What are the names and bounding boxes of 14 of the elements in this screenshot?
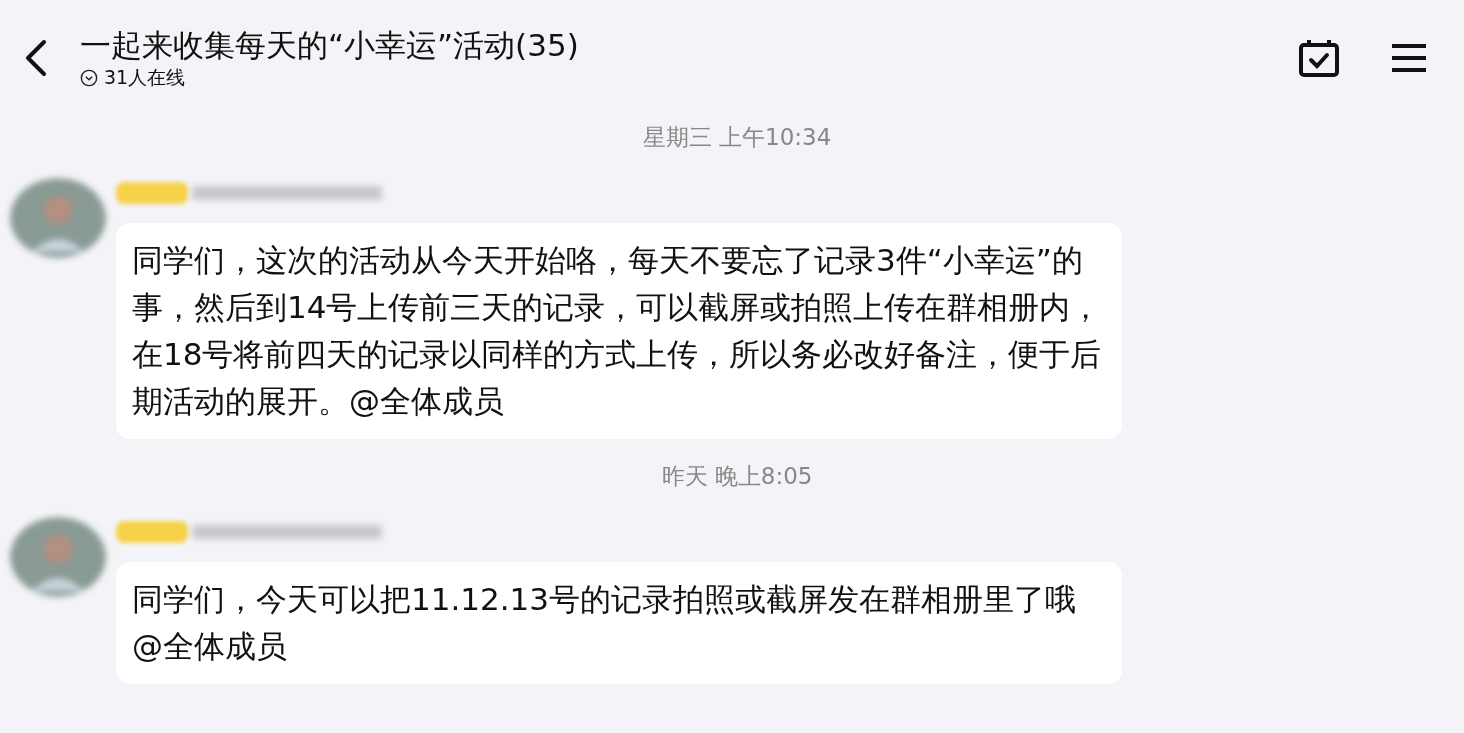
blurred-badge [116,521,188,543]
online-count: 31人在线 [104,65,186,90]
menu-icon[interactable] [1392,43,1426,73]
back-icon[interactable] [24,38,48,78]
message-timestamp: 昨天 晚上8:05 [660,462,814,491]
message-timestamp: 星期三 上午10:34 [641,123,833,152]
avatar[interactable] [10,178,106,258]
chat-title: 一起来收集每天的“小幸运”活动(35) [80,26,579,65]
message-bubble: 同学们，今天可以把11.12.13号的记录拍照或截屏发在群相册里了哦@全体成员 [116,562,1122,684]
blurred-badge [116,182,188,204]
chevron-circle-icon [80,69,98,87]
calendar-check-icon[interactable] [1298,38,1340,78]
avatar[interactable] [10,517,106,597]
message-bubble: 同学们，这次的活动从今天开始咯，每天不要忘了记录3件“小幸运”的事，然后到14号上传前三天的记录，可以截屏或拍照上传在群相册内，在18号将前四天的记录以同样的方式上传，所以务必改好备注，便于后期活动的展开。@全体成员 [116,223,1122,439]
